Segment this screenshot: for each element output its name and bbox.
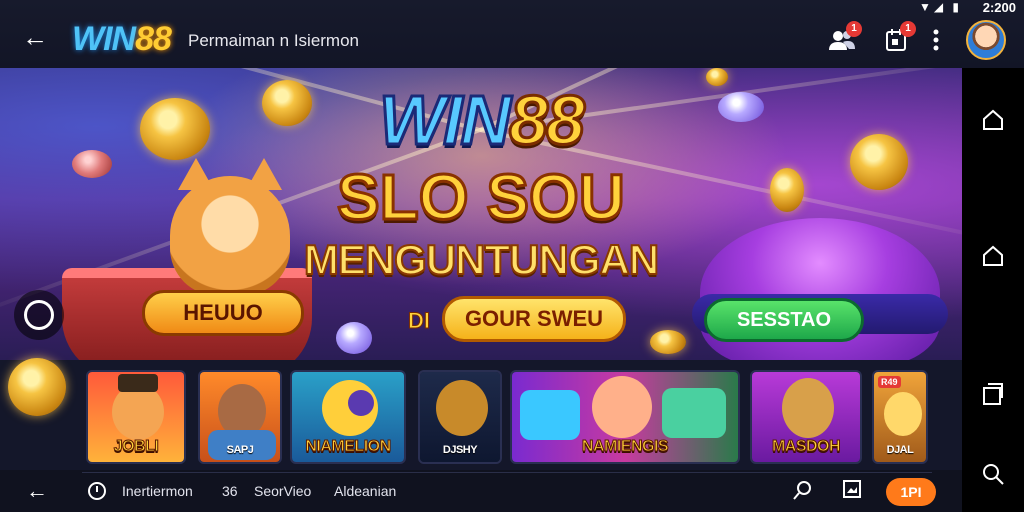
game-card[interactable]: SAPJ — [198, 370, 282, 464]
home-icon — [983, 109, 1003, 130]
banner-title-win: WIN — [378, 81, 513, 159]
game-name: JOBLI — [113, 438, 159, 456]
banner-right-button[interactable]: SESSTAO — [704, 298, 864, 342]
recents-icon — [983, 383, 1003, 405]
game-name: NIAMELION — [305, 438, 392, 456]
more-menu-button[interactable] — [922, 26, 950, 54]
banner-headline: SLO SOU — [335, 161, 626, 233]
gem-image — [336, 322, 372, 354]
banner-subheadline: MENGUNTUNGAN — [303, 236, 660, 283]
game-card[interactable]: R49 DJAL — [872, 370, 928, 464]
game-name: DJAL — [886, 444, 914, 456]
game-list: JOBLI SAPJ NIAMELION DJSHY NAMIENGIS MAS… — [0, 360, 962, 470]
system-nav-rail — [962, 68, 1024, 512]
banner-title-logo: WIN88 — [0, 81, 962, 159]
calendar-badge: 1 — [900, 21, 916, 37]
search-icon — [983, 464, 1004, 485]
status-time: 2:200 — [982, 0, 1016, 15]
user-avatar[interactable] — [966, 20, 1006, 60]
banner-center-button[interactable]: GOUR SWEU — [442, 296, 626, 342]
hero-banner[interactable]: WIN88 SLO SOU MENGUNTUNGAN DI GOUR SWEU … — [0, 68, 962, 360]
record-button[interactable] — [14, 290, 64, 340]
bottom-item-3[interactable]: SeorVieo — [254, 483, 311, 499]
dog-character-image — [782, 378, 834, 438]
game-card[interactable]: NAMIENGIS — [510, 370, 740, 464]
game-name: MASDOH — [771, 438, 841, 456]
banner-title-88: 88 — [508, 81, 587, 159]
slot-reel-image — [520, 390, 580, 440]
coin-image — [8, 358, 66, 416]
image-icon[interactable] — [842, 479, 862, 504]
app-logo: WIN88 — [72, 20, 172, 58]
home-icon — [983, 245, 1003, 266]
divider — [82, 472, 932, 473]
game-name: NAMIENGIS — [581, 438, 669, 456]
search-nav-button[interactable] — [981, 462, 1005, 486]
lens-image — [348, 390, 374, 416]
game-card[interactable]: JOBLI — [86, 370, 186, 464]
home-nav-button[interactable] — [981, 108, 1005, 132]
coin-image — [650, 330, 686, 354]
logo-text-88: 88 — [135, 20, 172, 58]
action-pill-button[interactable]: 1PI — [886, 478, 936, 506]
home-nav-button-2[interactable] — [981, 244, 1005, 268]
friends-button[interactable]: 1 — [828, 21, 862, 54]
creature-character-image — [436, 380, 488, 436]
bottom-item-4[interactable]: Aldeanian — [334, 483, 396, 499]
back-arrow-icon[interactable]: ← — [22, 24, 48, 50]
recents-nav-button[interactable] — [981, 382, 1005, 406]
top-app-bar: ▼◢ ▮ 2:200 ← WIN88 Permaiman n Isiermon … — [0, 0, 1024, 68]
bottom-item-1[interactable]: Inertiermon — [122, 483, 193, 499]
app-subtitle: Permaiman n Isiermon — [188, 31, 360, 50]
logo-text-win: WIN — [72, 20, 136, 58]
game-name: DJSHY — [442, 444, 478, 456]
game-card[interactable]: DJSHY — [418, 370, 502, 464]
game-tag: R49 — [878, 376, 901, 388]
notification-badge: 1 — [846, 21, 862, 37]
status-icons: ▼◢ ▮ — [918, 0, 962, 14]
search-icon[interactable] — [792, 479, 814, 506]
back-arrow-icon[interactable]: ← — [26, 478, 48, 504]
calendar-button[interactable]: 1 — [882, 21, 916, 54]
bottom-item-2[interactable]: 36 — [222, 483, 238, 499]
bottom-bar: ← Inertiermon 36 SeorVieo Aldeanian 1PI — [0, 470, 962, 512]
game-card[interactable]: MASDOH — [750, 370, 862, 464]
coin-image — [884, 392, 922, 436]
record-circle-icon — [24, 300, 54, 330]
hat-image — [118, 374, 158, 392]
more-vertical-icon — [933, 29, 939, 51]
fox-character-image — [592, 376, 652, 438]
game-card[interactable]: NIAMELION — [290, 370, 406, 464]
banner-di-text: DI — [408, 308, 431, 334]
cat-character-image — [112, 384, 164, 440]
banner-left-button[interactable]: HEUUO — [142, 290, 304, 336]
clock-icon[interactable] — [88, 482, 106, 500]
slot-reel-image — [662, 388, 726, 438]
game-name: SAPJ — [226, 444, 254, 456]
